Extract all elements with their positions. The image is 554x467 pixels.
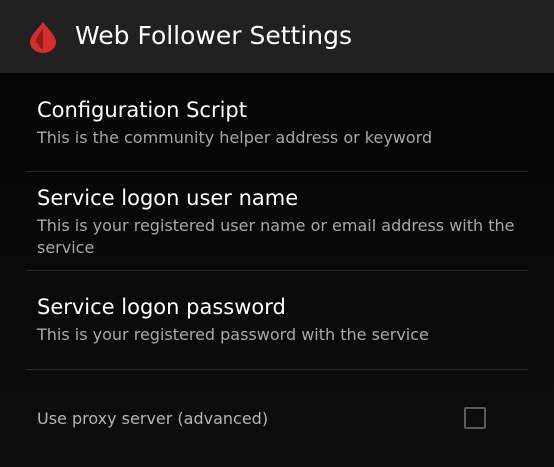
proxy-checkbox[interactable] bbox=[464, 407, 486, 429]
pref-title: Service logon password bbox=[37, 295, 286, 319]
pref-summary: This is your registered user name or ema… bbox=[37, 216, 515, 257]
divider bbox=[26, 369, 528, 370]
pref-summary: This is your registered password with th… bbox=[37, 325, 429, 344]
action-bar: Web Follower Settings bbox=[0, 0, 554, 73]
pref-service-logon-user-name[interactable]: Service logon user name This is your reg… bbox=[0, 172, 554, 270]
pref-title: Service logon user name bbox=[37, 186, 299, 210]
pref-summary: This is the community helper address or … bbox=[37, 128, 433, 147]
preferences-list: Configuration Script This is the communi… bbox=[0, 73, 554, 467]
settings-screen: Web Follower Settings Configuration Scri… bbox=[0, 0, 554, 467]
pref-title: Configuration Script bbox=[37, 98, 247, 122]
page-title: Web Follower Settings bbox=[75, 21, 353, 50]
pref-service-logon-password[interactable]: Service logon password This is your regi… bbox=[0, 271, 554, 369]
droplet-icon bbox=[30, 22, 56, 53]
proxy-label: Use proxy server (advanced) bbox=[37, 409, 269, 428]
pref-configuration-script[interactable]: Configuration Script This is the communi… bbox=[0, 73, 554, 171]
